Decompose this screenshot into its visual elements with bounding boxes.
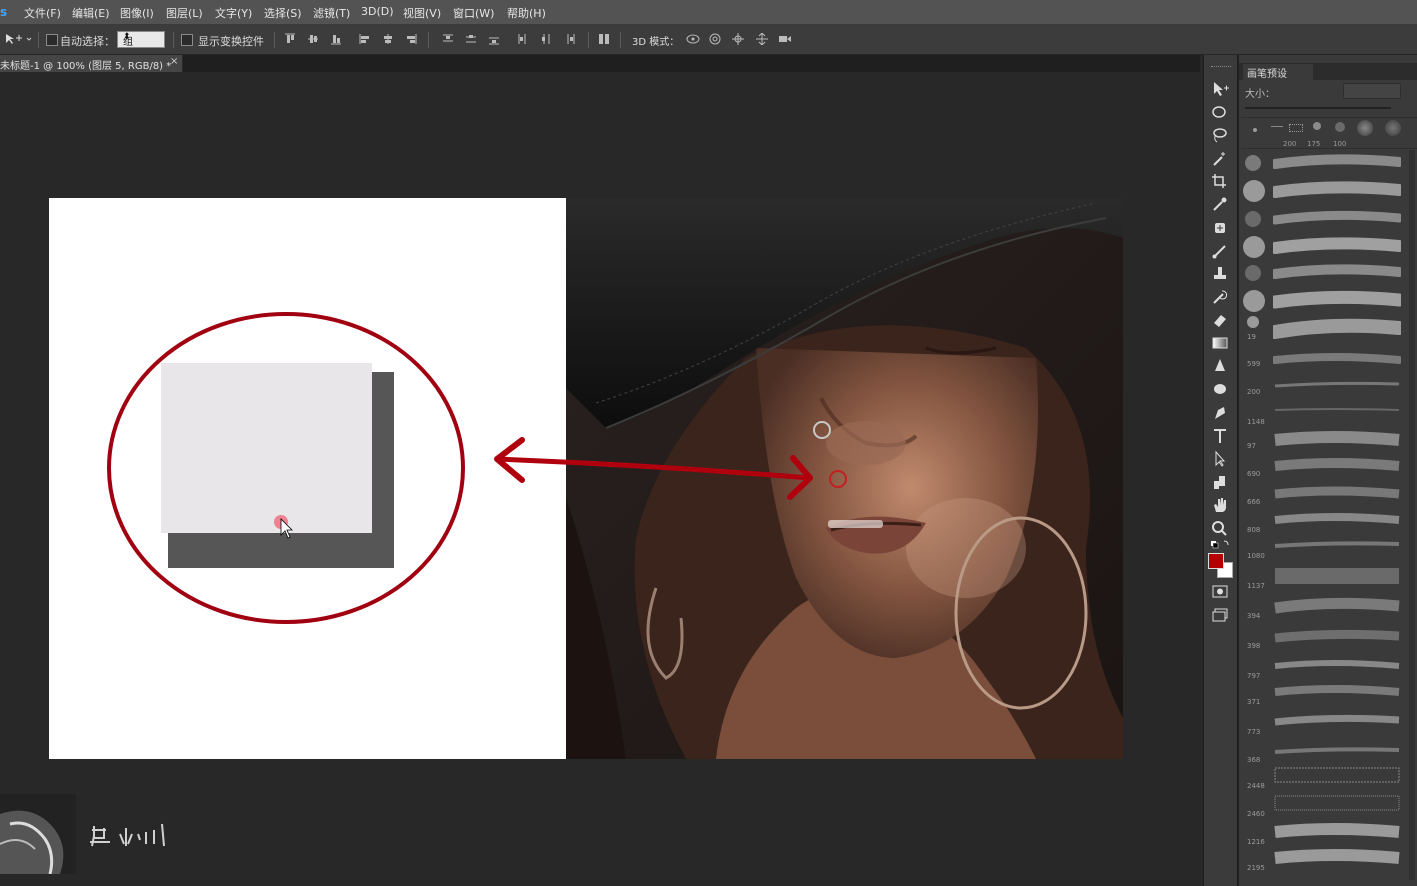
brush-preset-item[interactable]: 666 xyxy=(1241,482,1417,508)
screen-mode-icon[interactable] xyxy=(1210,606,1230,624)
brush-tip[interactable] xyxy=(1385,120,1401,136)
brush-preset-item[interactable]: 398 xyxy=(1241,624,1417,652)
arrow-line xyxy=(496,456,811,481)
brush-tip[interactable] xyxy=(1253,128,1257,132)
healing-icon[interactable] xyxy=(1210,219,1230,237)
brush-preset-item[interactable]: 200 xyxy=(1241,374,1417,398)
brush-preset-item[interactable] xyxy=(1241,178,1417,204)
brush-preset-item[interactable]: 599 xyxy=(1241,348,1417,372)
preset-size: 175 xyxy=(1307,140,1321,148)
panel-scrollbar[interactable] xyxy=(1409,150,1415,880)
gradient-icon[interactable] xyxy=(1210,334,1230,352)
brush-tip[interactable] xyxy=(1357,120,1373,136)
brush-preset-item[interactable]: 371 xyxy=(1241,680,1417,708)
eyedropper-icon[interactable] xyxy=(1210,195,1230,213)
brush-tip[interactable] xyxy=(1289,124,1303,132)
annotation-overlay xyxy=(107,312,847,624)
brush-preset-item[interactable]: 368 xyxy=(1241,740,1417,766)
marquee-icon[interactable] xyxy=(1210,103,1230,121)
brush-preset-item[interactable] xyxy=(1241,208,1417,230)
move-icon[interactable] xyxy=(1210,80,1230,98)
magic-wand-icon[interactable] xyxy=(1210,149,1230,167)
brush-preset-item[interactable]: 808 xyxy=(1241,508,1417,534)
lasso-icon[interactable] xyxy=(1210,126,1230,144)
stamp-icon[interactable] xyxy=(1210,265,1230,283)
brush-preset-item[interactable]: 394 xyxy=(1241,594,1417,622)
brush-preset-item[interactable]: 2460 xyxy=(1241,792,1417,820)
brush-preset-item[interactable]: 1137 xyxy=(1241,564,1417,592)
preset-size: 100 xyxy=(1333,140,1347,148)
tools-panel xyxy=(1203,55,1238,886)
signature xyxy=(86,812,176,855)
target-ring xyxy=(829,470,847,488)
panel-tab-bar: 画笔预设 xyxy=(1239,63,1417,80)
preset-size: 200 xyxy=(1283,140,1297,148)
brush-preset-item[interactable]: 773 xyxy=(1241,708,1417,738)
size-input[interactable] xyxy=(1343,83,1401,99)
tab-brush-presets[interactable]: 画笔预设 xyxy=(1243,64,1313,80)
blur-icon[interactable] xyxy=(1210,357,1230,375)
brush-preset-list: 19 599 200 1148 97 690 666 808 1080 1137… xyxy=(1241,150,1417,880)
brush-preset-item[interactable]: 1216 xyxy=(1241,820,1417,848)
path-select-icon[interactable] xyxy=(1210,450,1230,468)
brush-preset-item[interactable]: 97 xyxy=(1241,428,1417,452)
history-brush-icon[interactable] xyxy=(1210,288,1230,306)
brush-preset-item[interactable]: 690 xyxy=(1241,454,1417,480)
brush-preset-item[interactable]: 1080 xyxy=(1241,534,1417,562)
brush-preset-item[interactable]: 797 xyxy=(1241,654,1417,682)
brush-preset-item[interactable]: 19 xyxy=(1241,316,1417,344)
brush-tip[interactable] xyxy=(1271,126,1283,133)
brush-preset-item[interactable]: 1148 xyxy=(1241,402,1417,428)
type-icon[interactable] xyxy=(1210,427,1230,445)
size-label: 大小： xyxy=(1245,89,1275,100)
quick-mask-icon[interactable] xyxy=(1210,583,1230,601)
pen-icon[interactable] xyxy=(1210,404,1230,422)
brush-preset-item[interactable]: 2448 xyxy=(1241,764,1417,792)
shape-icon[interactable] xyxy=(1210,473,1230,491)
brush-icon[interactable] xyxy=(1210,242,1230,260)
brush-tip[interactable] xyxy=(1313,122,1321,130)
brush-preset-item[interactable] xyxy=(1241,152,1417,174)
brush-preset-item[interactable]: 2195 xyxy=(1241,846,1417,874)
tab-label: 画笔预设 xyxy=(1247,69,1287,80)
zoom-icon[interactable] xyxy=(1210,519,1230,537)
crop-icon[interactable] xyxy=(1210,172,1230,190)
default-colors-icon[interactable] xyxy=(1210,539,1230,551)
brush-preset-item[interactable] xyxy=(1241,234,1417,260)
dodge-icon[interactable] xyxy=(1210,380,1230,398)
size-slider[interactable] xyxy=(1245,107,1391,109)
brush-tip[interactable] xyxy=(1335,122,1345,132)
hand-icon[interactable] xyxy=(1210,496,1230,514)
brush-presets-panel: 画笔预设 大小： 200 175 100 19 599 200 1148 97 … xyxy=(1238,55,1417,886)
eraser-icon[interactable] xyxy=(1210,311,1230,329)
panel-grip[interactable] xyxy=(1211,66,1231,70)
watermark-thumbnail xyxy=(0,794,76,874)
foreground-color-swatch[interactable] xyxy=(1208,553,1224,569)
light-rectangle[interactable] xyxy=(161,363,372,533)
brush-preset-item[interactable] xyxy=(1241,262,1417,286)
brush-tip-presets: 200 175 100 xyxy=(1241,117,1417,149)
brush-preset-item[interactable] xyxy=(1241,288,1417,314)
